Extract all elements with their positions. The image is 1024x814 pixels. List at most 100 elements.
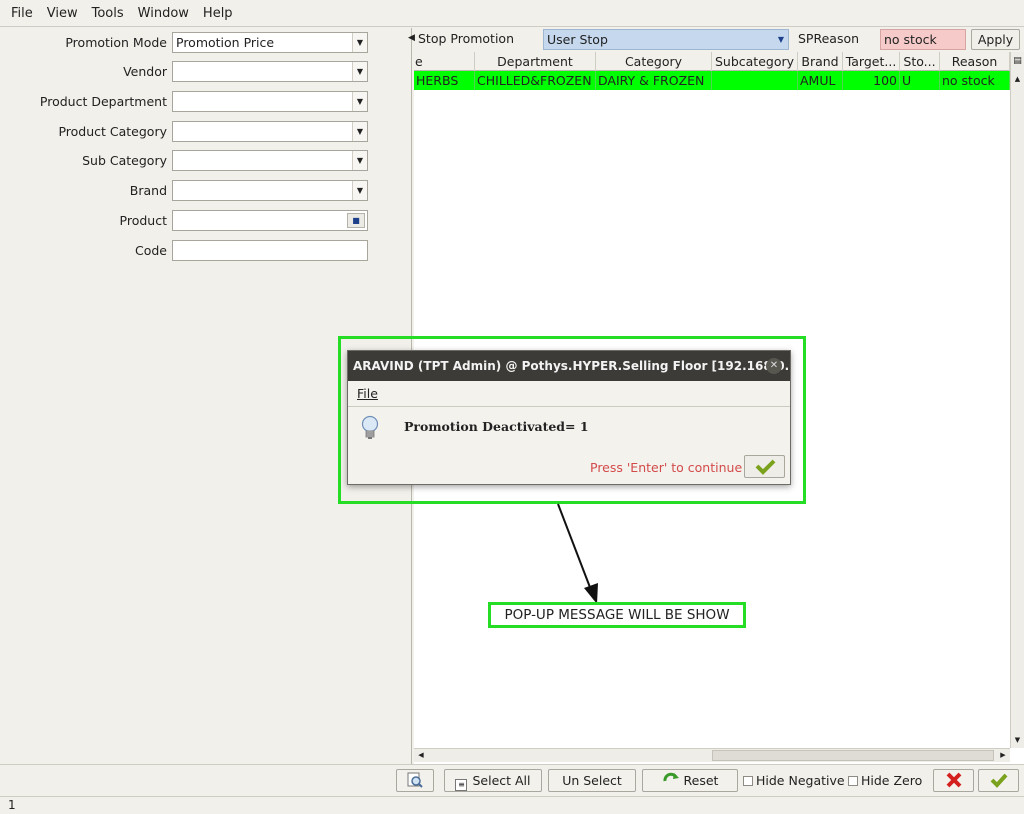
column-header[interactable]: Reason <box>940 52 1010 71</box>
vendor-label: Vendor <box>123 64 167 79</box>
table-row[interactable]: HERBS CHILLED&FROZEN DAIRY & FROZEN AMUL… <box>414 71 1010 90</box>
hide-negative-checkbox[interactable]: Hide Negative <box>743 773 845 788</box>
product-label: Product <box>119 213 167 228</box>
ok-button[interactable] <box>978 769 1019 792</box>
grid-header: e Department Category Subcategory Brand … <box>414 52 1010 71</box>
promotion-mode-select[interactable]: Promotion Price ▼ <box>172 32 368 53</box>
table-cell <box>712 71 798 90</box>
sp-reason-value: no stock <box>884 32 937 47</box>
chevron-down-icon[interactable]: ▼ <box>352 92 367 111</box>
column-header[interactable]: Department <box>475 52 596 71</box>
cross-icon <box>946 772 961 788</box>
code-field[interactable] <box>172 240 368 261</box>
dialog-title-bar[interactable]: ARAVIND (TPT Admin) @ Pothys.HYPER.Selli… <box>348 351 790 381</box>
table-cell: CHILLED&FROZEN <box>475 71 596 90</box>
sp-reason-input[interactable]: no stock <box>880 29 966 50</box>
annotation-callout: POP-UP MESSAGE WILL BE SHOW <box>488 602 746 628</box>
stop-promotion-select[interactable]: User Stop ▼ <box>543 29 789 50</box>
table-cell: U <box>900 71 940 90</box>
hide-zero-label: Hide Zero <box>861 773 923 788</box>
chevron-down-icon[interactable]: ▼ <box>352 151 367 170</box>
dialog-ok-button[interactable] <box>744 455 785 478</box>
table-cell: DAIRY & FROZEN <box>596 71 712 90</box>
zoom-button[interactable] <box>396 769 434 792</box>
apply-button[interactable]: Apply <box>971 29 1020 50</box>
hide-negative-label: Hide Negative <box>756 773 845 788</box>
filter-row-product: Product ■ <box>0 210 412 232</box>
menu-file[interactable]: File <box>4 6 40 21</box>
horizontal-scrollbar[interactable]: ◀ ▶ <box>414 748 1010 762</box>
sub-category-label: Sub Category <box>82 153 167 168</box>
table-cell: HERBS <box>414 71 475 90</box>
stop-promotion-label: Stop Promotion <box>418 31 514 46</box>
filter-row-product-category: Product Category ▼ <box>0 121 412 143</box>
product-department-select[interactable]: ▼ <box>172 91 368 112</box>
select-all-button[interactable]: ≡ Select All <box>444 769 542 792</box>
zoom-icon <box>407 772 423 788</box>
menu-help[interactable]: Help <box>196 6 240 21</box>
filter-row-product-department: Product Department ▼ <box>0 91 412 113</box>
lightbulb-icon <box>361 415 379 439</box>
collapse-left-icon[interactable]: ◀ <box>408 33 415 43</box>
column-header[interactable]: Category <box>596 52 712 71</box>
action-bar: ≡ Select All Un Select Reset Hide Negativ… <box>0 764 1024 796</box>
chevron-down-icon[interactable]: ▼ <box>352 181 367 200</box>
hide-zero-checkbox[interactable]: Hide Zero <box>848 773 922 788</box>
scroll-up-icon[interactable]: ▲ <box>1011 72 1024 86</box>
menu-tools[interactable]: Tools <box>85 6 131 21</box>
chevron-down-icon[interactable]: ▼ <box>352 62 367 81</box>
scroll-left-icon[interactable]: ◀ <box>414 749 428 763</box>
brand-label: Brand <box>129 183 167 198</box>
dialog-menu-bar: File <box>348 381 790 407</box>
chevron-down-icon[interactable]: ▼ <box>352 122 367 141</box>
dialog-body: Promotion Deactivated= 1 Press 'Enter' t… <box>348 407 790 484</box>
filter-row-code: Code <box>0 240 412 262</box>
column-header[interactable]: Brand <box>798 52 843 71</box>
sub-category-select[interactable]: ▼ <box>172 150 368 171</box>
promotion-mode-label: Promotion Mode <box>65 35 167 50</box>
checkbox-box[interactable] <box>848 776 858 786</box>
close-icon[interactable]: ✕ <box>766 358 782 374</box>
scroll-right-icon[interactable]: ▶ <box>996 749 1010 763</box>
checkbox-box[interactable] <box>743 776 753 786</box>
filter-row-promotion-mode: Promotion Mode Promotion Price ▼ <box>0 32 412 54</box>
product-department-label: Product Department <box>39 94 167 109</box>
results-toolbar: ◀ Stop Promotion User Stop ▼ SPReason no… <box>408 28 1024 52</box>
promotion-mode-value: Promotion Price <box>176 35 275 50</box>
table-cell: 100 <box>843 71 900 90</box>
vertical-scrollbar[interactable]: ▤ ▲ ▼ <box>1010 52 1024 748</box>
status-bar: 1 <box>0 796 1024 814</box>
column-header[interactable]: Sto... <box>900 52 940 71</box>
sp-reason-label: SPReason <box>798 31 860 46</box>
column-header[interactable]: Subcategory <box>712 52 798 71</box>
filter-row-vendor: Vendor ▼ <box>0 61 412 83</box>
table-cell: AMUL <box>798 71 843 90</box>
scrollbar-thumb[interactable] <box>712 750 994 761</box>
filter-row-sub-category: Sub Category ▼ <box>0 150 412 172</box>
menu-window[interactable]: Window <box>131 6 196 21</box>
un-select-button[interactable]: Un Select <box>548 769 636 792</box>
check-icon <box>990 773 1007 788</box>
select-all-icon: ≡ <box>455 779 468 791</box>
message-dialog: ARAVIND (TPT Admin) @ Pothys.HYPER.Selli… <box>347 350 791 485</box>
stop-promotion-value: User Stop <box>547 32 608 47</box>
column-header[interactable]: e <box>414 52 475 71</box>
dialog-menu-file[interactable]: File <box>357 386 378 401</box>
menu-view[interactable]: View <box>40 6 85 21</box>
product-lookup-icon[interactable]: ■ <box>347 213 365 228</box>
chevron-down-icon[interactable]: ▼ <box>352 33 367 52</box>
brand-select[interactable]: ▼ <box>172 180 368 201</box>
column-chooser-icon[interactable]: ▤ <box>1011 52 1024 71</box>
chevron-down-icon[interactable]: ▼ <box>774 30 788 49</box>
scroll-down-icon[interactable]: ▼ <box>1011 733 1024 747</box>
reset-label: Reset <box>683 773 719 788</box>
vendor-select[interactable]: ▼ <box>172 61 368 82</box>
reset-icon <box>663 772 679 782</box>
reset-button[interactable]: Reset <box>642 769 738 792</box>
cancel-button[interactable] <box>933 769 974 792</box>
product-field[interactable]: ■ <box>172 210 368 231</box>
product-category-select[interactable]: ▼ <box>172 121 368 142</box>
status-text: 1 <box>8 798 16 812</box>
column-header[interactable]: Target... <box>843 52 900 71</box>
product-category-label: Product Category <box>58 124 167 139</box>
